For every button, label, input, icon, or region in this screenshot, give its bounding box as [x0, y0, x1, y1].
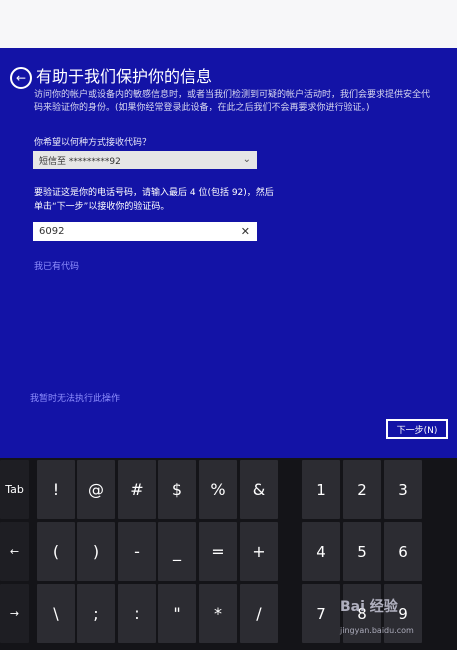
key-6[interactable]: 6 [384, 522, 422, 581]
key-equals[interactable]: = [199, 522, 237, 581]
back-arrow-icon[interactable]: ← [10, 67, 32, 89]
key-4[interactable]: 4 [302, 522, 340, 581]
key-backslash[interactable]: \ [37, 584, 75, 643]
touch-keyboard: Tab ! @ # $ % & 1 2 3 ← ( ) - _ = + 4 5 … [0, 458, 457, 650]
key-at[interactable]: @ [77, 460, 115, 519]
key-hash[interactable]: # [118, 460, 156, 519]
chevron-down-icon: ⌄ [242, 154, 251, 165]
key-2[interactable]: 2 [343, 460, 381, 519]
page-description: 访问你的帐户或设备内的敏感信息时，或者当我们检测到可疑的帐户活动时，我们会要求提… [34, 90, 431, 113]
receive-method-value: 短信至 *********92 [39, 156, 121, 167]
key-percent[interactable]: % [199, 460, 237, 519]
key-colon[interactable]: : [118, 584, 156, 643]
key-ampersand[interactable]: & [240, 460, 278, 519]
receive-method-select[interactable]: 短信至 *********92 ⌄ [33, 151, 257, 169]
key-7[interactable]: 7 [302, 584, 340, 643]
key-dollar[interactable]: $ [158, 460, 196, 519]
clear-icon[interactable]: ✕ [241, 225, 250, 238]
phone-digits-value: 6092 [39, 226, 65, 237]
key-exclamation[interactable]: ! [37, 460, 75, 519]
key-plus[interactable]: + [240, 522, 278, 581]
photo-background-top [0, 0, 457, 48]
key-asterisk[interactable]: * [199, 584, 237, 643]
key-semicolon[interactable]: ; [77, 584, 115, 643]
verify-prompt: 要验证这是你的电话号码，请输入最后 4 位(包括 92)，然后单击“下一步”以接… [34, 188, 274, 212]
key-3[interactable]: 3 [384, 460, 422, 519]
next-button[interactable]: 下一步(N) [386, 419, 448, 439]
key-5[interactable]: 5 [343, 522, 381, 581]
cannot-do-link[interactable]: 我暂时无法执行此操作 [30, 391, 120, 404]
key-tab[interactable]: Tab [0, 460, 29, 519]
key-open-paren[interactable]: ( [37, 522, 75, 581]
key-close-paren[interactable]: ) [77, 522, 115, 581]
watermark-logo: Bai 经验 [340, 599, 398, 615]
watermark-url: jingyan.baidu.com [340, 626, 414, 635]
key-left-arrow[interactable]: ← [0, 522, 29, 581]
have-code-link[interactable]: 我已有代码 [34, 259, 79, 272]
page-title: 有助于我们保护你的信息 [36, 67, 213, 86]
key-underscore[interactable]: _ [158, 522, 196, 581]
key-slash[interactable]: / [240, 584, 278, 643]
key-1[interactable]: 1 [302, 460, 340, 519]
key-quote[interactable]: " [158, 584, 196, 643]
phone-digits-input[interactable]: 6092 ✕ [33, 222, 257, 241]
key-right-arrow[interactable]: → [0, 584, 29, 643]
key-minus[interactable]: - [118, 522, 156, 581]
receive-method-label: 你希望以何种方式接收代码？ [34, 138, 152, 148]
